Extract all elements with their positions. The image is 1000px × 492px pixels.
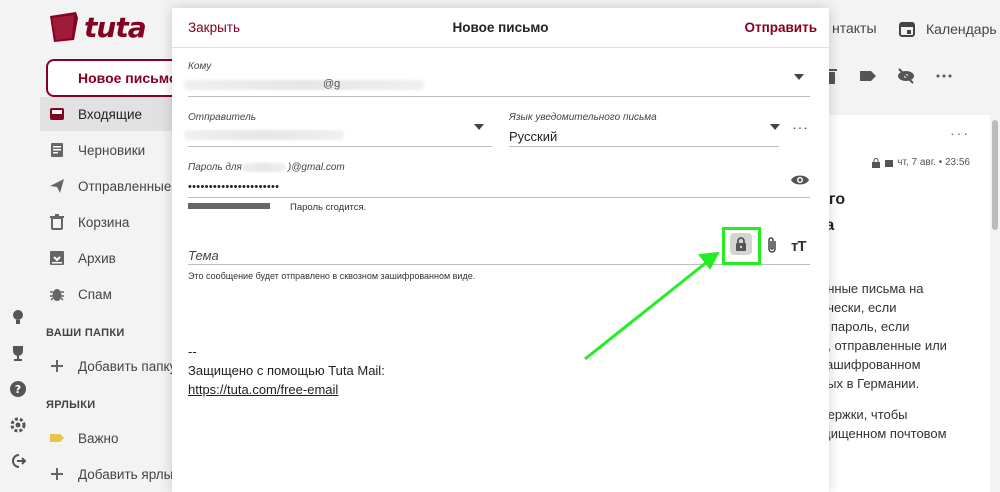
lock-highlight-box (722, 227, 761, 265)
add-label-button[interactable]: Добавить ярлык (40, 457, 180, 491)
spam-bug-icon (50, 289, 64, 301)
tuta-logo[interactable]: tuta (48, 10, 147, 44)
your-folders-title: ВАШИ ПАПКИ (46, 327, 125, 339)
subject-underline (188, 264, 810, 265)
mail-date: чт, 7 авг. • 23:56 (897, 157, 970, 168)
sent-icon (50, 179, 64, 193)
notify-lang-select[interactable] (509, 146, 779, 147)
sidebar-item-label: Отправленные (78, 178, 172, 194)
eye-icon[interactable] (790, 170, 810, 190)
mail-body-line: щищенном почтовом (820, 426, 947, 441)
reading-pane: ··· чт, 7 авг. • 23:56 его ta онные пись… (810, 115, 990, 492)
compose-header: Закрыть Новое письмо Отправить (172, 8, 829, 48)
to-label: Кому (188, 61, 212, 72)
inbox-icon (50, 108, 64, 120)
trash-icon (50, 214, 64, 230)
label-tag-icon (50, 434, 64, 442)
add-folder-button[interactable]: Добавить папку (40, 349, 180, 383)
contacts-label: нтакты (832, 20, 877, 36)
logo-text: tuta (84, 10, 147, 44)
calendar-label: Календарь (926, 21, 997, 37)
archive-icon (50, 251, 64, 265)
encryption-note: Это сообщение будет отправлено в сквозно… (188, 271, 476, 281)
password-strength-text: Пароль сгодится. (290, 202, 367, 213)
sidebar-item-drafts[interactable]: Черновики (40, 133, 180, 167)
add-label-label: Добавить ярлык (78, 466, 180, 482)
mail-body-line: держки, чтобы (820, 407, 908, 422)
more-horizontal-icon[interactable] (934, 66, 954, 86)
mail-body-line: онные письма на (820, 281, 924, 296)
mail-body-line: зашифрованном (820, 357, 921, 372)
drafts-icon (51, 143, 63, 157)
subject-input[interactable]: Тема (188, 248, 219, 263)
to-recipient-redacted (184, 80, 424, 90)
sidebar-item-label: Архив (78, 250, 116, 266)
signature-dash: -- (188, 344, 197, 359)
password-input[interactable]: •••••••••••••••••••••• (188, 181, 279, 193)
labels-title: ЯРЛЫКИ (46, 399, 96, 411)
contacts-nav[interactable]: нтакты (832, 20, 877, 36)
plus-icon (51, 468, 63, 480)
label-tag-icon[interactable] (858, 66, 878, 86)
mail-body-line: й пароль, если (820, 319, 910, 334)
sidebar-item-label: Важно (78, 430, 119, 446)
eye-off-icon[interactable] (896, 66, 916, 86)
mail-body-line: ных в Германии. (820, 376, 920, 391)
password-recipient-redacted (242, 163, 286, 172)
help-icon[interactable]: ? (9, 380, 27, 398)
to-input[interactable] (188, 96, 810, 97)
lock-icon (872, 157, 881, 168)
add-folder-label: Добавить папку (78, 358, 177, 374)
inbox-small-icon (885, 159, 894, 167)
tuta-logo-mark-icon (50, 12, 78, 42)
chevron-down-icon[interactable] (474, 124, 484, 130)
text-format-icon[interactable]: тT (791, 238, 806, 255)
signature-text: Защищено с помощью Tuta Mail: (188, 363, 385, 378)
settings-gear-icon[interactable] (9, 416, 27, 434)
lightbulb-icon[interactable] (9, 308, 27, 326)
chevron-down-icon[interactable] (794, 74, 804, 80)
password-underline (188, 197, 810, 198)
sender-redacted (184, 130, 344, 140)
calendar-icon (899, 22, 915, 37)
sidebar-item-trash[interactable]: Корзина (40, 205, 180, 239)
attachment-paperclip-icon[interactable] (765, 236, 779, 254)
sidebar-item-label: Корзина (78, 214, 130, 230)
more-horizontal-icon[interactable]: ··· (950, 125, 970, 141)
mail-body-line: ически, если (820, 300, 897, 315)
sender-select[interactable] (188, 146, 492, 147)
password-strength-bar (188, 203, 270, 209)
to-value: @g (323, 78, 341, 90)
sidebar-item-sent[interactable]: Отправленные (40, 169, 180, 203)
sidebar-item-label: Входящие (78, 106, 143, 122)
mail-body-line: а, отправленные или (820, 338, 947, 353)
scrollbar[interactable] (992, 120, 998, 230)
mail-meta: чт, 7 авг. • 23:56 (871, 157, 970, 168)
sidebar-item-label: Черновики (78, 142, 146, 158)
new-mail-label: Новое письмо (78, 70, 178, 86)
svg-text:?: ? (15, 383, 21, 396)
send-button[interactable]: Отправить (744, 20, 817, 35)
mail-action-toolbar (820, 66, 954, 86)
password-label-text: Пароль для (188, 162, 242, 173)
calendar-nav[interactable]: Календарь (898, 20, 997, 38)
password-label-suffix: )@gmal.com (287, 162, 345, 173)
sender-label: Отправитель (188, 112, 256, 123)
notify-lang-label: Язык уведомительного письма (509, 112, 657, 123)
compose-title: Новое письмо (452, 20, 549, 35)
chevron-down-icon[interactable] (770, 124, 780, 130)
logout-icon[interactable] (9, 452, 27, 470)
sidebar-item-inbox[interactable]: Входящие (40, 97, 180, 131)
notify-lang-value: Русский (509, 129, 558, 144)
signature-link[interactable]: https://tuta.com/free-email (188, 382, 338, 397)
plus-icon (51, 360, 63, 372)
more-horizontal-icon[interactable]: ··· (792, 119, 809, 135)
left-rail: ? (0, 58, 36, 492)
sidebar-item-label-important[interactable]: Важно (40, 421, 180, 455)
sidebar-item-archive[interactable]: Архив (40, 241, 180, 275)
trophy-icon[interactable] (9, 344, 27, 362)
sidebar-item-spam[interactable]: Спам (40, 277, 180, 311)
sidebar-item-label: Спам (78, 286, 112, 302)
